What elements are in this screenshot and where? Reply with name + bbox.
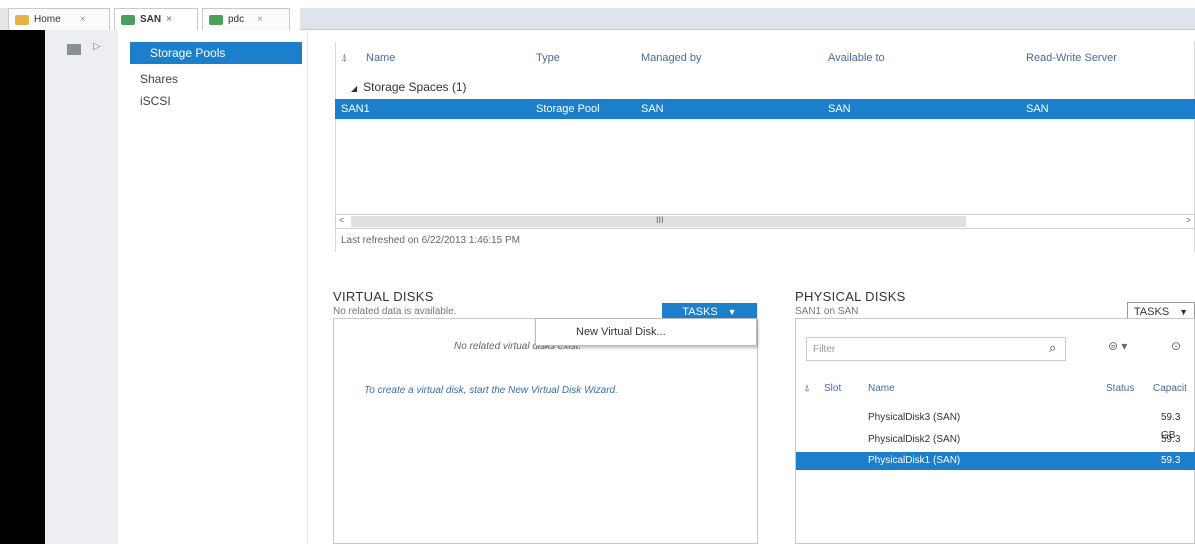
cell-name: SAN1 <box>341 103 370 115</box>
menu-item-new-virtual-disk[interactable]: New Virtual Disk... <box>576 326 666 338</box>
tab-strip-empty-area <box>300 8 1195 30</box>
cell-name: PhysicalDisk3 (SAN) <box>868 412 961 423</box>
search-icon[interactable]: ⌕ <box>1049 340 1056 356</box>
sidebar-item-label: Storage Pools <box>150 46 226 60</box>
table-row[interactable]: PhysicalDisk1 (SAN) 59.3 GB <box>796 452 1195 484</box>
collapse-triangle-icon[interactable]: ◢ <box>351 84 357 93</box>
sidebar-item-label: iSCSI <box>140 94 171 108</box>
column-header-name[interactable]: Name <box>366 52 395 64</box>
cell-capacity: 59.3 GB <box>1161 455 1181 484</box>
physical-disks-panel: Filter ⌕ ⊜ ▾ ⊙ ⍋ Slot Name Status Capaci… <box>795 318 1195 544</box>
virtual-disks-subtitle: No related data is available. <box>333 306 457 317</box>
cell-name: PhysicalDisk1 (SAN) <box>868 455 961 466</box>
cell-type: Storage Pool <box>536 103 600 115</box>
column-header-type[interactable]: Type <box>536 52 560 64</box>
column-header-capacity[interactable]: Capacit <box>1153 383 1187 394</box>
chevron-down-icon: ▼ <box>727 307 737 317</box>
filter-placeholder: Filter <box>813 344 836 355</box>
new-virtual-disk-hint-link[interactable]: To create a virtual disk, start the New … <box>364 385 618 396</box>
physical-disks-subtitle: SAN1 on SAN <box>795 306 859 317</box>
tab-bar: Home × SAN × pdc × <box>0 0 1195 30</box>
tasks-label: TASKS <box>682 306 718 318</box>
sidebar: Storage Pools Shares iSCSI <box>118 30 308 544</box>
sidebar-item-storage-pools[interactable]: Storage Pools <box>130 42 302 64</box>
tasks-dropdown-menu: New Virtual Disk... <box>535 318 757 346</box>
server-icon <box>121 14 135 25</box>
table-row[interactable]: PhysicalDisk2 (SAN) 59.3 GB <box>796 431 1195 463</box>
chevron-down-icon: ▼ <box>1179 306 1189 317</box>
chevron-right-icon[interactable]: ▷ <box>93 41 101 52</box>
group-header[interactable]: ◢ Storage Spaces (1) <box>351 80 467 94</box>
tasks-label: TASKS <box>1133 305 1170 318</box>
group-label: Storage Spaces (1) <box>363 80 467 94</box>
sidebar-item-iscsi[interactable]: iSCSI <box>130 90 171 112</box>
column-header-managed-by[interactable]: Managed by <box>641 52 702 64</box>
scroll-grip: III <box>656 215 664 225</box>
sort-icon[interactable]: ⍋ <box>341 52 348 65</box>
table-row[interactable]: SAN1 Storage Pool SAN SAN SAN <box>335 99 1195 119</box>
scroll-left-icon[interactable]: < <box>339 215 344 225</box>
tab-label: pdc <box>228 14 245 25</box>
server-icon <box>209 14 223 25</box>
column-header-name[interactable]: Name <box>868 383 895 394</box>
storage-pools-table: ⍋ Name Type Managed by Available to Read… <box>331 42 1195 257</box>
sort-icon[interactable]: ⍋ <box>804 383 810 394</box>
view-options-icon[interactable]: ⊜ ▾ <box>1108 339 1127 353</box>
file-services-icon[interactable] <box>67 44 81 55</box>
sidebar-item-shares[interactable]: Shares <box>130 68 178 90</box>
cell-name: PhysicalDisk2 (SAN) <box>868 434 961 445</box>
close-icon[interactable]: × <box>80 14 86 25</box>
tab-pdc[interactable]: pdc × <box>202 8 290 30</box>
tab-label: Home <box>34 14 61 25</box>
column-header-slot[interactable]: Slot <box>824 383 841 394</box>
column-header-available-to[interactable]: Available to <box>828 52 885 64</box>
horizontal-scrollbar[interactable]: < III > <box>335 214 1195 229</box>
tab-home[interactable]: Home × <box>8 8 110 30</box>
column-header-rw-server[interactable]: Read-Write Server <box>1026 52 1117 64</box>
cell-available-to: SAN <box>828 103 851 115</box>
expand-icon[interactable]: ⊙ <box>1171 339 1181 353</box>
column-header-status[interactable]: Status <box>1106 383 1134 394</box>
tab-label: SAN <box>140 14 162 25</box>
close-icon[interactable]: × <box>166 14 172 25</box>
table-row[interactable]: PhysicalDisk3 (SAN) 59.3 GB <box>796 409 1195 441</box>
physical-disks-title: PHYSICAL DISKS <box>795 289 906 304</box>
filter-input[interactable]: Filter ⌕ <box>806 337 1066 361</box>
tab-san[interactable]: SAN × <box>114 8 198 30</box>
virtual-disks-title: VIRTUAL DISKS <box>333 289 434 304</box>
left-dark-strip <box>0 30 45 544</box>
home-icon <box>15 14 29 25</box>
scroll-right-icon[interactable]: > <box>1186 215 1191 225</box>
virtual-disks-panel: No related virtual disks exist. To creat… <box>333 318 758 544</box>
cell-rw-server: SAN <box>1026 103 1049 115</box>
sidebar-item-label: Shares <box>140 72 179 86</box>
last-refreshed-text: Last refreshed on 6/22/2013 1:46:15 PM <box>341 235 521 246</box>
nav-column: ▷ <box>45 30 118 544</box>
cell-managed-by: SAN <box>641 103 664 115</box>
close-icon[interactable]: × <box>257 14 263 25</box>
